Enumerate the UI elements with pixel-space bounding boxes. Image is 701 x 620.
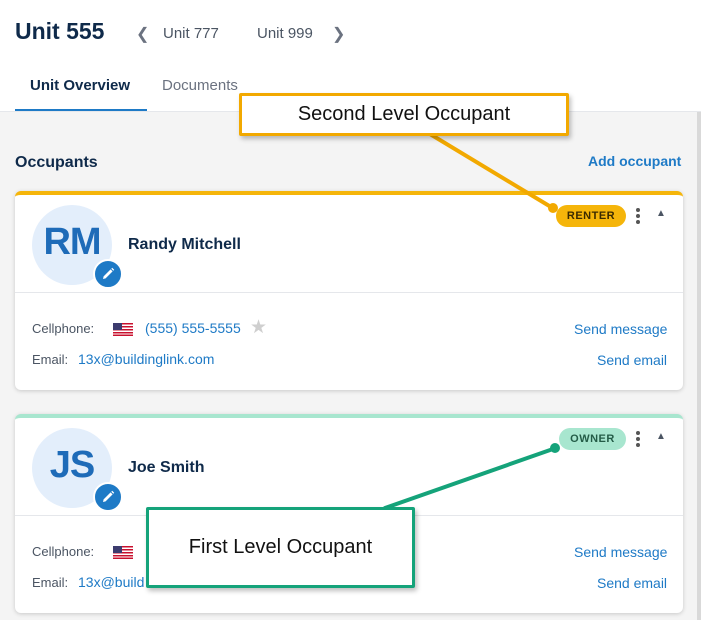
- scrollbar[interactable]: [697, 112, 701, 620]
- email-link[interactable]: 13x@buildinglink.com: [78, 351, 214, 367]
- us-flag-icon: [113, 546, 133, 559]
- pencil-icon[interactable]: [93, 482, 123, 512]
- chevron-up-icon[interactable]: ▲: [656, 431, 666, 442]
- status-badge: RENTER: [556, 205, 626, 227]
- tab-documents[interactable]: Documents: [162, 77, 238, 94]
- tab-unit-overview[interactable]: Unit Overview: [30, 77, 130, 94]
- avatar: RM: [32, 205, 123, 289]
- send-email-button[interactable]: Send email: [597, 575, 667, 591]
- chevron-up-icon[interactable]: ▲: [656, 208, 666, 219]
- avatar-initials: RM: [43, 221, 101, 263]
- page-title: Unit 555: [15, 18, 105, 44]
- callout-first-level: First Level Occupant: [146, 507, 415, 588]
- section-title: Occupants: [15, 154, 98, 171]
- phone-link[interactable]: (555) 555-5555: [145, 320, 241, 336]
- chevron-left-icon[interactable]: ❮: [136, 24, 149, 44]
- avatar-initials: JS: [49, 444, 95, 486]
- email-label: Email:: [32, 575, 69, 590]
- us-flag-icon: [113, 323, 133, 336]
- occupant-card: RM Randy Mitchell RENTER ▲ Cellphone: (5…: [15, 191, 683, 390]
- more-options-icon[interactable]: [632, 429, 644, 449]
- send-message-button[interactable]: Send message: [574, 321, 667, 337]
- more-options-icon[interactable]: [632, 206, 644, 226]
- phone-label: Cellphone:: [32, 544, 95, 559]
- status-badge: OWNER: [559, 428, 626, 450]
- avatar: JS: [32, 428, 123, 512]
- send-email-button[interactable]: Send email: [597, 352, 667, 368]
- email-label: Email:: [32, 352, 69, 367]
- callout-second-level: Second Level Occupant: [239, 93, 569, 136]
- divider: [15, 292, 683, 293]
- unit-nav-link-prev[interactable]: Unit 777: [163, 25, 219, 42]
- occupant-name: Joe Smith: [128, 459, 205, 476]
- chevron-right-icon[interactable]: ❯: [332, 24, 345, 44]
- occupant-name: Randy Mitchell: [128, 236, 241, 253]
- send-message-button[interactable]: Send message: [574, 544, 667, 560]
- phone-label: Cellphone:: [32, 321, 95, 336]
- pencil-icon[interactable]: [93, 259, 123, 289]
- unit-nav-link-next[interactable]: Unit 999: [257, 25, 313, 42]
- email-link[interactable]: 13x@build: [78, 574, 144, 590]
- star-icon[interactable]: ★: [250, 316, 267, 339]
- add-occupant-button[interactable]: Add occupant: [588, 153, 681, 169]
